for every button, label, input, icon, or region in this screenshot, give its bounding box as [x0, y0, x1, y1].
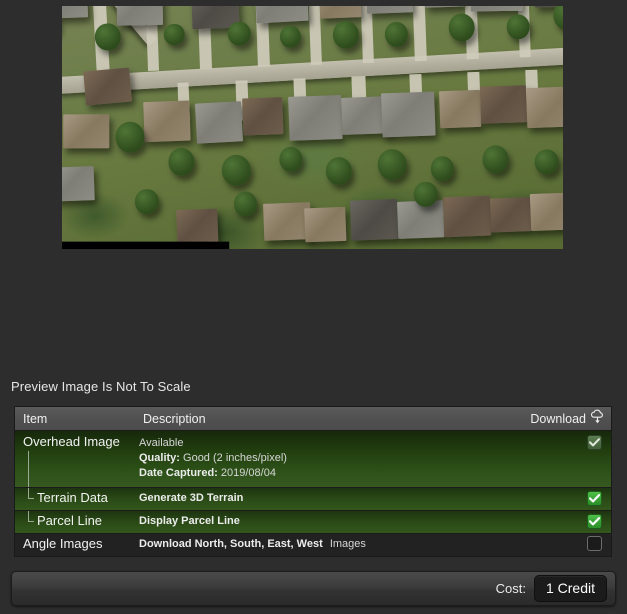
- checkbox-terrain-data[interactable]: [586, 491, 602, 506]
- house: [288, 95, 343, 141]
- house: [116, 6, 164, 26]
- house: [443, 195, 492, 238]
- tree: [278, 146, 303, 172]
- column-header-download-label: Download: [530, 411, 586, 426]
- image-corner-mask: [62, 241, 230, 249]
- house: [439, 90, 482, 129]
- column-header-item: Item: [23, 411, 48, 426]
- row-description-cell: Available Quality: Good (2 inches/pixel)…: [139, 431, 577, 487]
- driveway: [360, 6, 375, 64]
- row-description-cell: Display Parcel Line: [139, 511, 577, 533]
- description-line-available: Available: [139, 437, 184, 449]
- row-item-label: Overhead Image: [23, 434, 120, 449]
- row-item-label-cell: Terrain Data: [15, 488, 139, 510]
- tree: [332, 20, 360, 49]
- row-item-label-cell: Angle Images: [15, 534, 139, 556]
- row-description-cell: Download North, South, East, West Images: [139, 534, 577, 556]
- house: [318, 6, 361, 19]
- preview-caption: Preview Image Is Not To Scale: [11, 379, 191, 394]
- house: [526, 86, 563, 129]
- house: [304, 206, 346, 243]
- tree-connector-branch: [28, 511, 34, 522]
- row-item-label: Terrain Data: [37, 490, 108, 505]
- column-header-download[interactable]: Download: [530, 409, 611, 428]
- tree: [413, 181, 438, 208]
- house: [83, 67, 133, 106]
- house: [381, 91, 436, 138]
- table-row[interactable]: Overhead Image Available Quality: Good (…: [15, 431, 611, 488]
- column-header-description: Description: [143, 411, 206, 426]
- row-download-cell: [577, 511, 611, 533]
- cloud-download-icon: [590, 409, 605, 428]
- house: [241, 97, 284, 136]
- description-text-bold: Download North, South, East, West: [139, 538, 323, 550]
- table-row[interactable]: Angle Images Download North, South, East…: [15, 534, 611, 556]
- tree-connector-trunk: [28, 451, 29, 487]
- table-row[interactable]: Terrain Data Generate 3D Terrain: [15, 488, 611, 511]
- row-description-cell: Generate 3D Terrain: [139, 488, 577, 510]
- date-captured-label: Date Captured:: [139, 467, 218, 479]
- table-row[interactable]: Parcel Line Display Parcel Line: [15, 511, 611, 534]
- tree: [134, 188, 159, 215]
- row-item-label-cell: Parcel Line: [15, 511, 139, 533]
- date-captured-value: 2019/08/04: [220, 467, 276, 479]
- house: [143, 100, 192, 143]
- description-line-quality: Quality: Good (2 inches/pixel): [139, 451, 577, 466]
- house: [62, 6, 88, 20]
- checkbox-parcel-line[interactable]: [586, 514, 602, 529]
- description-text: Generate 3D Terrain: [139, 492, 244, 504]
- overhead-preview-image: [62, 6, 563, 249]
- house: [530, 191, 563, 231]
- table-header-row: Item Description Download: [15, 407, 611, 431]
- tree: [220, 154, 251, 187]
- house: [479, 85, 528, 125]
- cost-bar: Cost: 1 Credit: [11, 571, 616, 606]
- description-text-normal: Images: [329, 538, 366, 550]
- checkbox-angle-images[interactable]: [586, 536, 602, 551]
- row-item-label: Angle Images: [23, 536, 103, 551]
- cost-label: Cost:: [495, 581, 526, 596]
- house: [176, 208, 219, 244]
- house: [195, 101, 244, 145]
- quality-value: Good (2 inches/pixel): [183, 452, 287, 464]
- tree: [534, 149, 559, 175]
- house: [489, 196, 532, 233]
- download-options-table: Item Description Download Overhead Image…: [14, 406, 612, 557]
- description-text: Display Parcel Line: [139, 515, 240, 527]
- tree: [279, 25, 302, 48]
- tree-connector-branch: [28, 488, 34, 499]
- house: [62, 166, 95, 202]
- row-item-label-cell: Overhead Image: [15, 431, 139, 487]
- row-item-label: Parcel Line: [37, 513, 103, 528]
- cost-value: 1 Credit: [533, 575, 607, 602]
- row-download-cell: [577, 488, 611, 510]
- tree: [448, 12, 476, 42]
- preview-image-canvas: [62, 6, 563, 249]
- row-download-cell: [577, 534, 611, 556]
- quality-label: Quality:: [139, 452, 180, 464]
- house: [62, 113, 110, 148]
- house: [350, 198, 399, 241]
- row-download-cell: [577, 431, 611, 487]
- description-line-date-captured: Date Captured: 2019/08/04: [139, 466, 577, 481]
- driveway: [412, 6, 427, 62]
- checkbox-overhead-image[interactable]: [586, 435, 602, 450]
